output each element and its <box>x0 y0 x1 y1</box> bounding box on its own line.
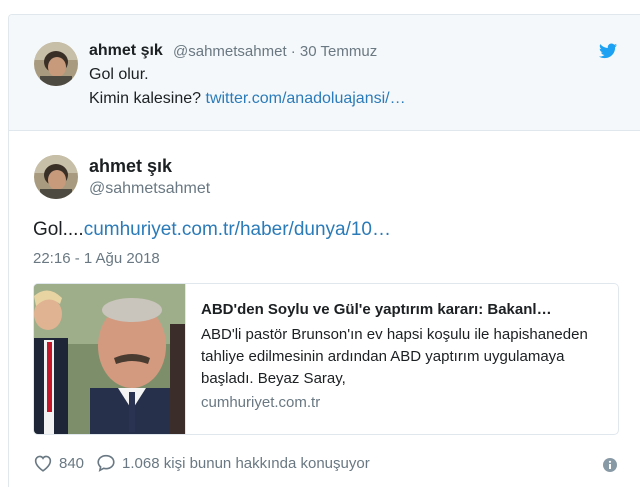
tweet-text-prefix: Gol.... <box>33 219 84 240</box>
speech-bubble-icon[interactable] <box>96 454 116 472</box>
heart-icon[interactable] <box>33 454 53 472</box>
info-icon[interactable] <box>603 458 617 472</box>
tweet-timestamp[interactable]: 22:16 - 1 Ağu 2018 <box>33 250 160 267</box>
author-avatar[interactable] <box>34 155 78 199</box>
card-description: ABD'li pastör Brunson'ın ev hapsi koşulu… <box>201 326 588 387</box>
twitter-bird-icon[interactable] <box>599 43 617 59</box>
like-count[interactable]: 840 <box>59 455 84 472</box>
conversation-count[interactable]: 1.068 kişi bunun hakkında konuşuyor <box>122 455 370 472</box>
quoted-handle-date[interactable]: @sahmetsahmet · 30 Temmuz <box>173 43 377 60</box>
quoted-text-line1: Gol olur. <box>89 66 149 83</box>
card-title[interactable]: ABD'den Soylu ve Gül'e yaptırım kararı: … <box>201 301 611 318</box>
link-card[interactable]: ABD'den Soylu ve Gül'e yaptırım kararı: … <box>33 283 619 435</box>
tweet-link[interactable]: cumhuriyet.com.tr/haber/dunya/10… <box>84 219 391 240</box>
tweet-text: Gol....cumhuriyet.com.tr/haber/dunya/10… <box>33 219 391 241</box>
author-name[interactable]: ahmet şık <box>89 156 172 177</box>
tweet-embed: ahmet şık @sahmetsahmet · 30 Temmuz Gol … <box>8 14 640 487</box>
quoted-author-name[interactable]: ahmet şık <box>89 42 163 60</box>
quoted-text-prefix: Kimin kalesine? <box>89 90 206 107</box>
quoted-text-line2: Kimin kalesine? twitter.com/anadoluajans… <box>89 90 406 108</box>
quoted-tweet[interactable]: ahmet şık @sahmetsahmet · 30 Temmuz Gol … <box>9 15 640 131</box>
quoted-avatar[interactable] <box>34 42 78 86</box>
card-domain[interactable]: cumhuriyet.com.tr <box>201 394 320 411</box>
tweet-actions: 840 1.068 kişi bunun hakkında konuşuyor <box>33 452 370 474</box>
card-image[interactable] <box>34 284 186 434</box>
author-handle[interactable]: @sahmetsahmet <box>89 180 210 198</box>
quoted-link[interactable]: twitter.com/anadoluajansi/… <box>206 90 406 107</box>
